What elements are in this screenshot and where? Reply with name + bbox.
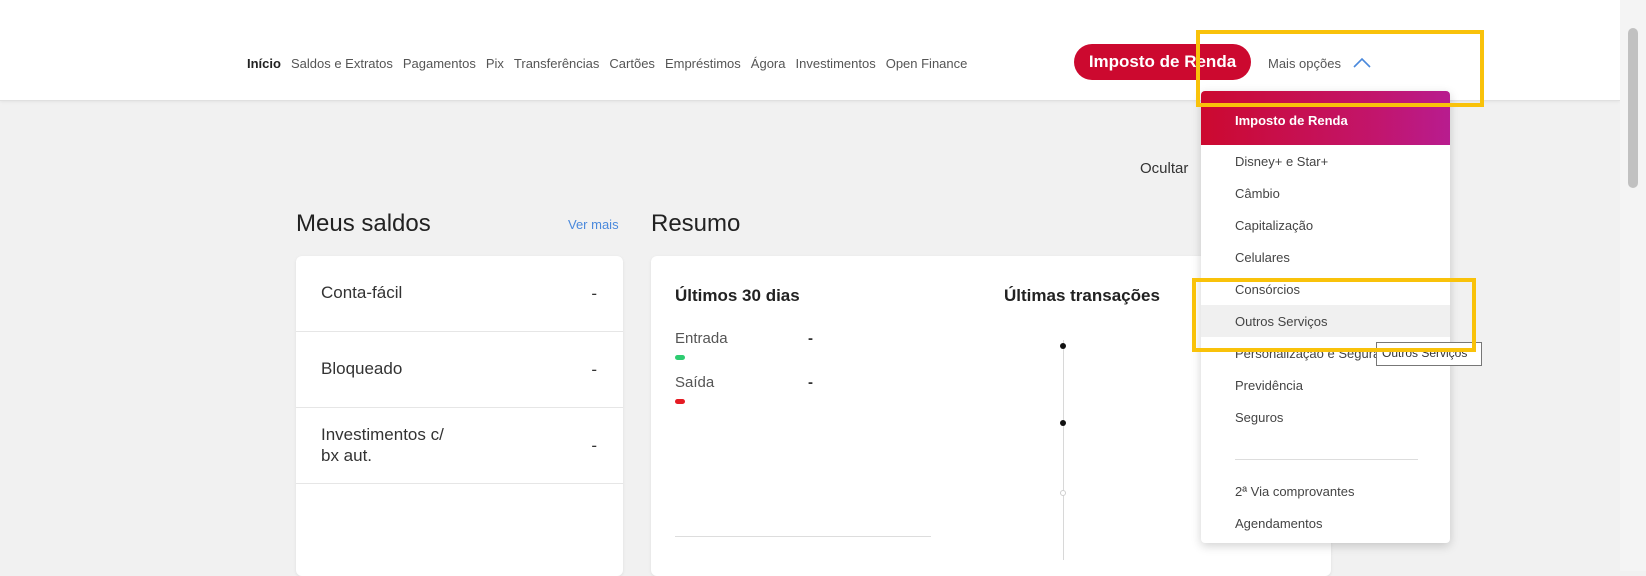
dropdown-item-2via-comprovantes[interactable]: 2ª Via comprovantes: [1201, 475, 1450, 507]
resumo-title: Resumo: [651, 210, 741, 237]
ver-mais-link[interactable]: Ver mais: [568, 217, 619, 232]
saldo-row-bloqueado[interactable]: Bloqueado -: [296, 332, 623, 408]
dropdown-item-label: Imposto de Renda: [1235, 113, 1348, 128]
ultimas-transacoes-title: Últimas transações: [1004, 286, 1160, 305]
entrada-color-pill: [675, 355, 685, 360]
saldo-value: -: [591, 436, 597, 455]
mais-opcoes-dropdown: Imposto de Renda Disney+ e Star+ Câmbio …: [1201, 91, 1450, 543]
saldo-value: -: [591, 284, 597, 303]
saldo-row-conta-facil[interactable]: Conta-fácil -: [296, 256, 623, 332]
saida-color-pill: [675, 399, 685, 404]
nav-item-emprestimos[interactable]: Empréstimos: [660, 56, 746, 71]
nav-item-pix[interactable]: Pix: [481, 56, 509, 71]
nav-item-cartoes[interactable]: Cartões: [604, 56, 660, 71]
saldo-label: Bloqueado: [321, 359, 403, 378]
top-navigation-bar: Início Saldos e Extratos Pagamentos Pix …: [0, 0, 1620, 101]
saldo-value: -: [591, 360, 597, 379]
dropdown-item-label: 2ª Via comprovantes: [1235, 484, 1355, 499]
dropdown-item-label: Previdência: [1235, 378, 1303, 393]
dropdown-item-agendamentos[interactable]: Agendamentos: [1201, 507, 1450, 539]
main-nav: Início Saldos e Extratos Pagamentos Pix …: [242, 48, 972, 78]
saldo-label: Conta-fácil: [321, 283, 403, 302]
nav-item-investimentos[interactable]: Investimentos: [791, 56, 881, 71]
dropdown-item-label: Celulares: [1235, 250, 1290, 265]
dropdown-item-previdencia[interactable]: Previdência: [1201, 369, 1450, 401]
dropdown-item-label: Seguros: [1235, 410, 1284, 425]
dropdown-item-disney[interactable]: Disney+ e Star+: [1201, 145, 1450, 177]
dropdown-item-imposto-de-renda[interactable]: Imposto de Renda: [1201, 91, 1450, 145]
mais-opcoes-label: Mais opções: [1268, 55, 1341, 71]
imposto-de-renda-button[interactable]: Imposto de Renda: [1074, 44, 1251, 80]
dropdown-item-celulares[interactable]: Celulares: [1201, 241, 1450, 273]
dropdown-item-label: Câmbio: [1235, 186, 1280, 201]
entrada-label: Entrada: [675, 330, 728, 347]
saldos-card: Conta-fácil - Bloqueado - Investimentos …: [296, 256, 623, 576]
ocultar-toggle[interactable]: Ocultar: [1140, 160, 1188, 177]
nav-item-agora[interactable]: Ágora: [746, 56, 791, 71]
scrollbar-thumb[interactable]: [1628, 28, 1638, 188]
saldo-label: Investimentos c/ bx aut.: [321, 425, 444, 465]
dropdown-item-seguros[interactable]: Seguros: [1201, 401, 1450, 433]
saida-value: -: [808, 374, 813, 391]
vertical-scrollbar[interactable]: [1620, 0, 1646, 571]
ultimos-30-dias-title: Últimos 30 dias: [675, 286, 800, 305]
dropdown-item-label: Capitalização: [1235, 218, 1314, 233]
dropdown-item-label: Consórcios: [1235, 282, 1301, 297]
dropdown-divider: [1235, 459, 1418, 460]
timeline-dot: [1060, 420, 1066, 426]
chevron-up-icon: [1353, 57, 1371, 69]
saldo-row-investimentos[interactable]: Investimentos c/ bx aut. -: [296, 408, 623, 484]
dropdown-item-label: Disney+ e Star+: [1235, 154, 1329, 169]
nav-item-open-finance[interactable]: Open Finance: [881, 56, 973, 71]
transactions-timeline: [1063, 340, 1064, 560]
nav-item-transferencias[interactable]: Transferências: [509, 56, 605, 71]
mais-opcoes-button[interactable]: Mais opções: [1268, 52, 1371, 74]
nav-item-pagamentos[interactable]: Pagamentos: [398, 56, 481, 71]
meus-saldos-title: Meus saldos: [296, 210, 431, 237]
chart-baseline: [675, 536, 931, 537]
timeline-dot: [1060, 343, 1066, 349]
dropdown-item-capitalizacao[interactable]: Capitalização: [1201, 209, 1450, 241]
nav-item-inicio[interactable]: Início: [242, 56, 286, 71]
nav-item-saldos-extratos[interactable]: Saldos e Extratos: [286, 56, 398, 71]
dropdown-item-consorcios[interactable]: Consórcios: [1201, 273, 1450, 305]
dropdown-item-outros-servicos[interactable]: Outros Serviços: [1201, 305, 1450, 337]
hover-tooltip: Outros Serviços: [1376, 342, 1482, 366]
timeline-dot-empty: [1060, 490, 1066, 496]
dropdown-item-cambio[interactable]: Câmbio: [1201, 177, 1450, 209]
dropdown-item-label: Outros Serviços: [1235, 314, 1328, 329]
entrada-value: -: [808, 330, 813, 347]
saida-label: Saída: [675, 374, 715, 391]
dropdown-item-label: Agendamentos: [1235, 516, 1323, 531]
